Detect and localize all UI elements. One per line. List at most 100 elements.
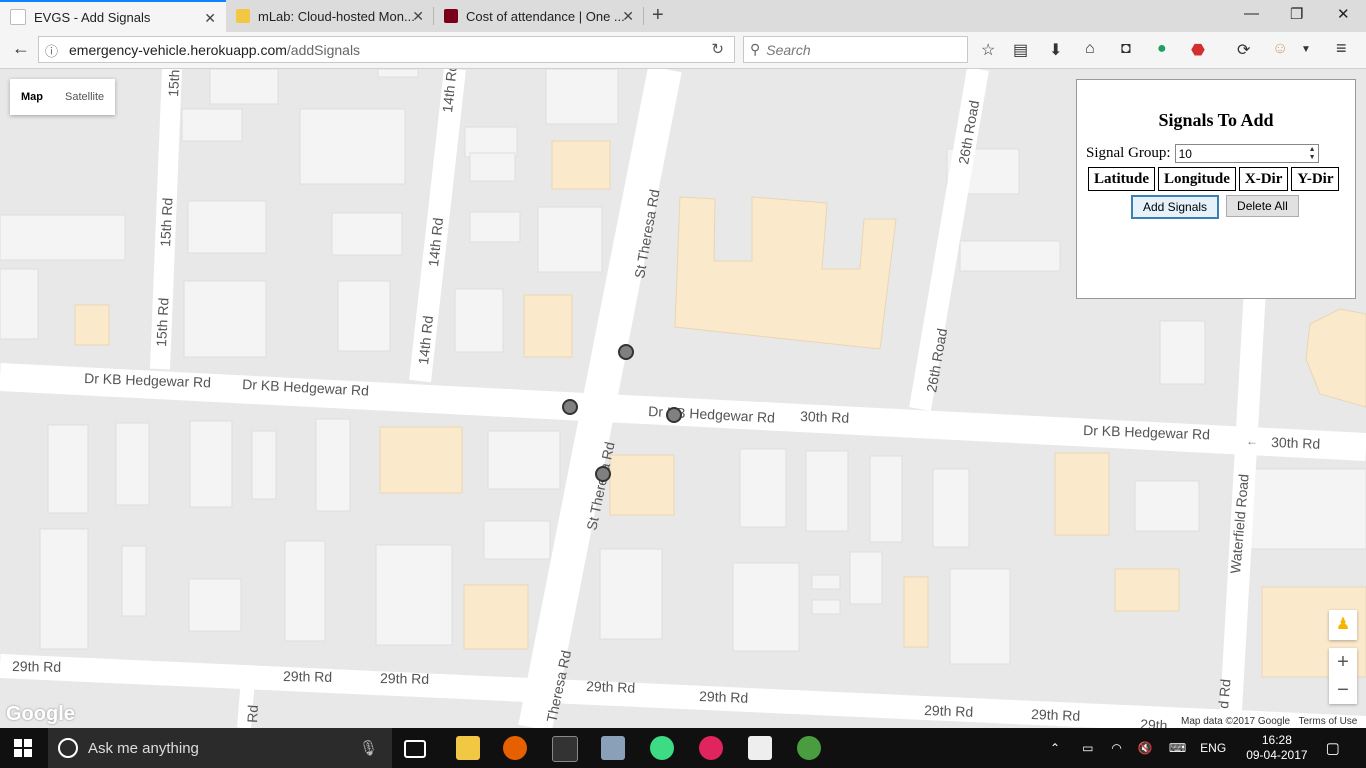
column-header: X-Dir [1238, 167, 1289, 191]
zoom-in-button[interactable]: + [1329, 648, 1357, 676]
adblock-icon[interactable]: ⬣ [1191, 40, 1205, 60]
signal-marker[interactable] [562, 399, 578, 415]
reading-list-icon[interactable]: ▤ [1013, 40, 1028, 60]
url-path: /addSignals [286, 41, 361, 58]
zoom-control: + − [1329, 648, 1357, 704]
street-label: 29th Rd [380, 670, 429, 687]
tab-title: Cost of attendance | One ... [466, 8, 625, 24]
evgs-favicon-icon [10, 9, 26, 25]
tab-separator [643, 7, 644, 25]
minimize-icon[interactable]: — [1244, 5, 1259, 22]
app-icon[interactable] [699, 736, 723, 760]
microphone-icon[interactable]: 🎙 [359, 739, 378, 757]
spinner-arrows-icon[interactable]: ▲ ▼ [1309, 146, 1316, 162]
signal-group-label: Signal Group: [1086, 145, 1171, 161]
close-tab-icon[interactable]: ✕ [204, 10, 216, 27]
street-label: 29th Rd [1031, 706, 1081, 724]
tab-evgs[interactable]: EVGS - Add Signals ✕ [0, 0, 226, 32]
google-logo: Google [6, 703, 75, 725]
add-signals-button[interactable]: Add Signals [1131, 195, 1220, 219]
show-hidden-icons-chevron-icon[interactable]: ⌃ [1050, 741, 1060, 755]
one-way-arrow-icon: ← [1246, 434, 1258, 448]
street-label: 29th Rd [283, 668, 332, 685]
street-label: 15th Rd [165, 69, 184, 97]
url-bar[interactable]: ⓘ emergency-vehicle.herokuapp.com/addSig… [38, 36, 735, 63]
search-input[interactable]: ⚲ Search [743, 36, 968, 63]
command-prompt-icon[interactable] [552, 736, 578, 762]
bookmark-star-icon[interactable]: ☆ [981, 40, 995, 60]
info-icon[interactable]: ⓘ [45, 41, 58, 60]
close-tab-icon[interactable]: ✕ [622, 8, 634, 25]
street-label: d Rd [1215, 678, 1234, 709]
close-tab-icon[interactable]: ✕ [412, 8, 424, 25]
delete-all-button[interactable]: Delete All [1226, 195, 1299, 217]
url-host: emergency-vehicle.herokuapp.com [69, 41, 287, 58]
pegman-icon[interactable]: ♟ [1329, 610, 1357, 640]
clock-time: 16:28 [1261, 733, 1292, 747]
face-extension-icon[interactable]: ☺ [1272, 40, 1288, 58]
panel-title: Signals To Add [1158, 110, 1274, 130]
zoom-out-button[interactable]: − [1329, 676, 1357, 704]
cortana-search-box[interactable]: Ask me anything 🎙 [48, 728, 392, 768]
terms-link[interactable]: Terms of Use [1298, 716, 1357, 727]
pocket-icon[interactable]: ◘ [1121, 40, 1131, 58]
street-label: 15th Rd [153, 297, 172, 347]
download-icon[interactable]: ⬇ [1049, 40, 1062, 60]
home-icon[interactable]: ⌂ [1085, 40, 1095, 58]
language-indicator[interactable]: ENG [1200, 741, 1226, 755]
map-type-satellite-button[interactable]: Satellite [54, 79, 115, 115]
image-viewer-icon[interactable] [748, 736, 772, 760]
map-type-control: Map Satellite [10, 79, 116, 115]
tab-title: mLab: Cloud-hosted Mon... [258, 8, 415, 24]
tab-bar: EVGS - Add Signals ✕ mLab: Cloud-hosted … [0, 0, 1366, 32]
map-attribution: Map data ©2017 Google Terms of Use [1178, 716, 1361, 727]
tab-mlab[interactable]: mLab: Cloud-hosted Mon... ✕ [226, 0, 434, 32]
umn-favicon-icon [444, 9, 458, 23]
taskbar: Ask me anything 🎙 ⌃ ▭ ◠ 🔇 ⌨ ENG 16:28 09… [0, 728, 1366, 768]
android-studio-icon[interactable] [650, 736, 674, 760]
menu-icon[interactable]: ≡ [1336, 38, 1347, 59]
signal-group-value: 10 [1178, 147, 1192, 161]
new-tab-button[interactable]: + [652, 4, 664, 27]
back-icon[interactable]: ← [12, 38, 30, 59]
signal-marker[interactable] [666, 407, 682, 423]
street-label: 29th Rd [586, 678, 636, 696]
close-icon[interactable]: ✕ [1337, 5, 1350, 23]
signal-marker[interactable] [618, 344, 634, 360]
street-label: 15th Rd [157, 197, 176, 247]
file-explorer-icon[interactable] [456, 736, 480, 760]
clock[interactable]: 16:28 09-04-2017 [1246, 733, 1307, 763]
battery-icon[interactable]: ▭ [1082, 741, 1093, 755]
windows-start-icon[interactable] [14, 739, 32, 757]
signal-marker[interactable] [595, 466, 611, 482]
street-label: 29th Rd [699, 688, 749, 706]
signals-panel: Signals To Add Signal Group: 10 ▲ ▼ Latit… [1076, 79, 1356, 299]
street-label: Rd [244, 704, 261, 723]
tab-cost-of-attendance[interactable]: Cost of attendance | One ... ✕ [434, 0, 644, 32]
cortana-placeholder: Ask me anything [88, 739, 199, 757]
wifi-icon[interactable]: ◠ [1111, 741, 1121, 755]
photos-icon[interactable] [601, 736, 625, 760]
volume-muted-icon[interactable]: 🔇 [1138, 741, 1153, 755]
keyboard-icon[interactable]: ⌨ [1169, 741, 1186, 755]
chart-app-icon[interactable] [797, 736, 821, 760]
street-label: 30th Rd [1271, 434, 1321, 452]
task-view-icon[interactable] [404, 740, 426, 758]
overflow-chevron-icon[interactable]: ▼ [1301, 44, 1311, 55]
action-center-icon[interactable]: ▢ [1326, 739, 1340, 757]
restore-icon[interactable]: ❐ [1290, 5, 1303, 23]
signals-table-header: Latitude Longitude X-Dir Y-Dir [1088, 167, 1340, 191]
map-type-map-button[interactable]: Map [10, 79, 54, 115]
signal-group-row: Signal Group: 10 ▲ ▼ [1086, 144, 1319, 163]
street-label: 29th [1140, 716, 1168, 728]
system-tray: ⌃ ▭ ◠ 🔇 ⌨ ENG 16:28 09-04-2017 ▢ [1046, 728, 1366, 768]
mlab-favicon-icon [236, 9, 250, 23]
reload-icon[interactable]: ↻ [711, 40, 724, 58]
attribution-text: Map data ©2017 Google [1181, 716, 1291, 727]
extension-icon[interactable]: ● [1157, 40, 1167, 58]
clock-date: 09-04-2017 [1246, 748, 1308, 762]
signal-group-input[interactable]: 10 ▲ ▼ [1174, 144, 1319, 163]
navigation-bar: ← ⓘ emergency-vehicle.herokuapp.com/addS… [0, 32, 1366, 69]
firefox-icon[interactable] [503, 736, 527, 760]
sync-icon[interactable]: ⟳ [1237, 40, 1250, 60]
